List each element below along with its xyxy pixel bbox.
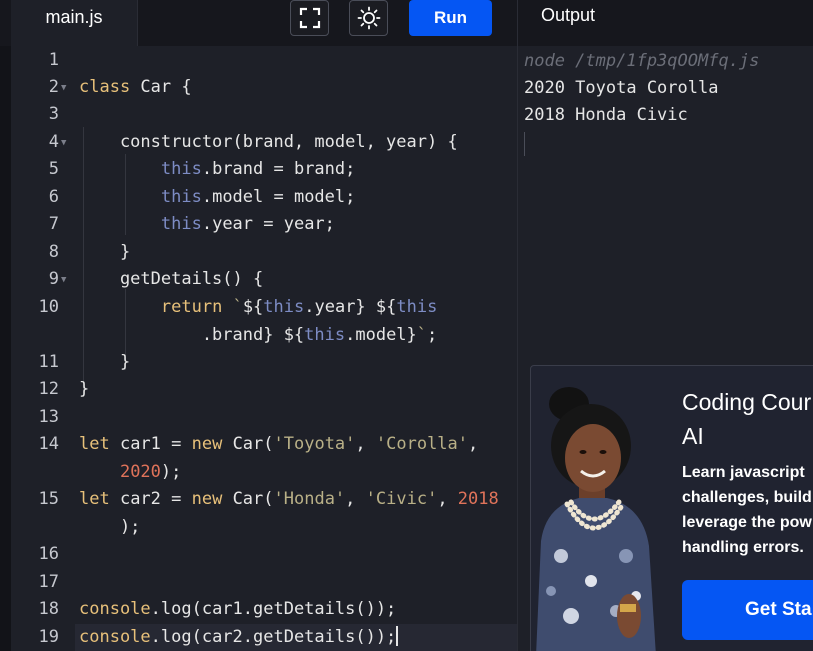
fullscreen-icon [299,7,320,29]
tab-main-js[interactable]: main.js [11,0,138,46]
fold-toggle-icon[interactable]: ▼ [61,130,71,157]
line-number: 13 [38,407,59,427]
ad-description-line: handling errors. [682,539,804,556]
code-line: 2020); [119,462,182,482]
line-number: 17 [38,572,59,592]
get-started-button[interactable]: Get Sta [682,580,813,640]
line-number: 7 [48,214,59,234]
line-number: 3 [48,104,59,124]
code-line: this.year = year; [160,214,335,234]
code-line: console.log(car2.getDetails()); [79,626,399,647]
code-line: console.log(car1.getDetails()); [79,599,397,619]
ad-description: Learn javascript challenges, build lever… [682,460,813,560]
line-number: 6 [48,187,59,207]
output-line: 2020 Toyota Corolla [524,78,719,98]
editor-header: main.js Run Output [0,0,813,46]
line-number: 9 [48,269,59,289]
code-line: constructor(brand, model, year) { [79,132,458,152]
ad-title-line: AI [682,423,704,449]
line-number: 8 [48,242,59,262]
text-cursor [396,626,399,646]
line-number: 14 [38,434,59,454]
ad-description-line: challenges, build [682,489,812,506]
line-number: 5 [48,159,59,179]
ad-title-line: Coding Cour [682,389,812,415]
line-number: 10 [38,297,59,317]
code-line: } [79,352,131,372]
output-line: 2018 Honda Civic [524,105,688,125]
code-line: .brand} ${this.model}`; [79,325,438,345]
left-strip [0,0,11,651]
output-title: Output [541,5,596,25]
code-editor[interactable]: 1 2 3 4 5 6 7 8 9 10 11 12 13 14 15 16 1… [11,46,517,651]
line-number: 19 [38,627,59,647]
line-number: 4 [48,132,59,152]
code-line: let car1 = new Car('Toyota', 'Corolla', [79,434,479,454]
ad-photo [536,387,656,651]
fold-toggle-icon[interactable]: ▼ [61,267,71,294]
code-line: let car2 = new Car('Honda', 'Civic', 201… [79,489,499,509]
line-number: 15 [38,489,59,509]
line-number: 18 [38,599,59,619]
ad-title: Coding Cour AI [682,385,813,453]
code-line: this.model = model; [160,187,356,207]
code-line: getDetails() { [79,269,264,289]
line-number: 16 [38,544,59,564]
sun-icon [357,6,380,30]
course-ad[interactable]: Coding Cour AI Learn javascript challeng… [530,365,813,651]
run-button[interactable]: Run [409,0,492,36]
line-number: 11 [38,352,59,372]
ad-description-line: leverage the pow [682,514,812,531]
code-line: } [79,379,90,399]
output-caret [524,132,525,156]
output-command: node /tmp/1fp3qOOMfq.js [524,51,760,71]
line-number: 1 [48,50,59,70]
ad-description-line: Learn javascript [682,464,805,481]
code-line: return `${this.year} ${this [160,297,438,317]
code-line: this.brand = brand; [160,159,356,179]
theme-toggle-button[interactable] [349,0,388,36]
code-line: } [79,242,131,262]
line-number: 12 [38,379,59,399]
code-line: ); [79,517,141,537]
code-line: class Car { [79,77,192,97]
line-number: 2 [48,77,59,97]
fold-toggle-icon[interactable]: ▼ [61,75,71,102]
fullscreen-button[interactable] [290,0,329,36]
